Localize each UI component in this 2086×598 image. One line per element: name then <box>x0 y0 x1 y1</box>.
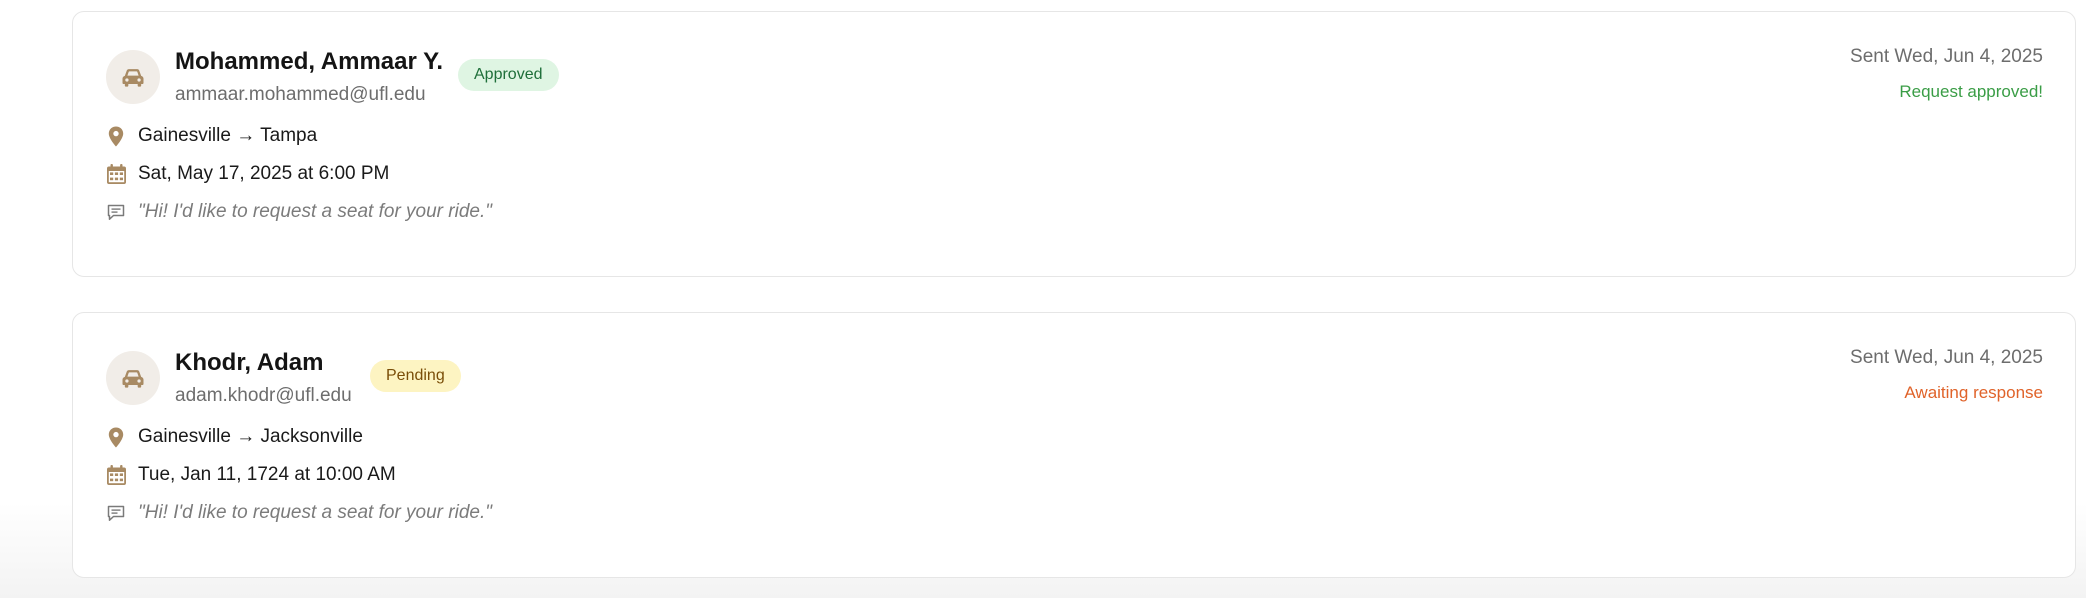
status-badge: Approved <box>458 59 559 91</box>
car-icon <box>122 69 144 87</box>
status-text: Awaiting response <box>1904 383 2043 402</box>
requester-email: ammaar.mohammed@ufl.edu <box>175 84 426 105</box>
requester-name: Khodr, Adam <box>175 349 324 376</box>
date-row: Sat, May 17, 2025 at 6:00 PM <box>106 163 389 185</box>
location-pin-icon <box>106 426 126 448</box>
avatar <box>106 50 160 104</box>
sent-date: Sent Wed, Jun 4, 2025 <box>1850 46 2043 67</box>
route-text: Gainesville → Tampa <box>138 125 318 146</box>
route-text: Gainesville → Jacksonville <box>138 426 363 447</box>
date-row: Tue, Jan 11, 1724 at 10:00 AM <box>106 464 396 486</box>
car-icon <box>122 370 144 388</box>
calendar-icon <box>106 163 126 185</box>
message-text: "Hi! I'd like to request a seat for your… <box>138 502 492 523</box>
message-icon <box>106 201 126 223</box>
status-text: Request approved! <box>1899 82 2043 101</box>
requester-name: Mohammed, Ammaar Y. <box>175 48 444 75</box>
date-text: Sat, May 17, 2025 at 6:00 PM <box>138 163 390 184</box>
date-text: Tue, Jan 11, 1724 at 10:00 AM <box>138 464 396 485</box>
message-icon <box>106 502 126 524</box>
message-row: "Hi! I'd like to request a seat for your… <box>106 201 492 223</box>
message-row: "Hi! I'd like to request a seat for your… <box>106 502 492 524</box>
avatar <box>106 351 160 405</box>
location-pin-icon <box>106 125 126 147</box>
sent-date: Sent Wed, Jun 4, 2025 <box>1850 347 2043 368</box>
calendar-icon <box>106 464 126 486</box>
requester-email: adam.khodr@ufl.edu <box>175 385 352 406</box>
route-row: Gainesville → Jacksonville <box>106 426 363 448</box>
ride-requests-list: Mohammed, Ammaar Y. ammaar.mohammed@ufl.… <box>0 0 2086 598</box>
ride-request-card[interactable]: Mohammed, Ammaar Y. ammaar.mohammed@ufl.… <box>72 11 2076 277</box>
message-text: "Hi! I'd like to request a seat for your… <box>138 201 492 222</box>
status-badge: Pending <box>370 360 461 392</box>
route-row: Gainesville → Tampa <box>106 125 317 147</box>
ride-request-card[interactable]: Khodr, Adam adam.khodr@ufl.edu Pending S… <box>72 312 2076 578</box>
